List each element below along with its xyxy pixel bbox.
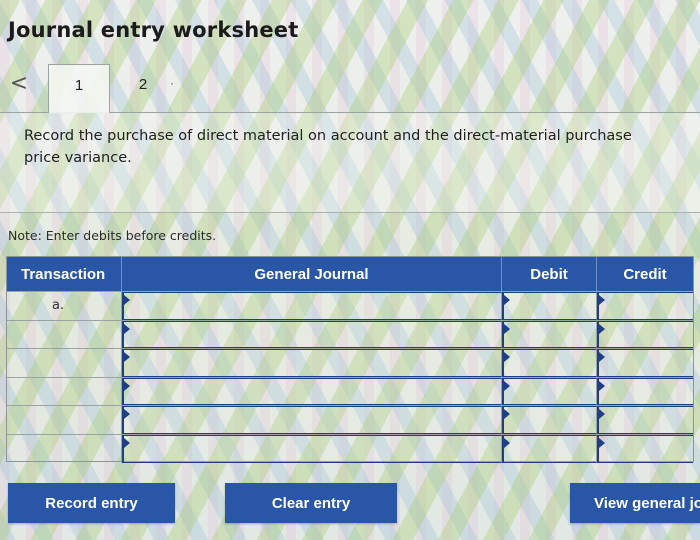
debit-input[interactable] [502,377,597,406]
dropdown-marker-icon [124,295,130,305]
transaction-cell [7,320,122,349]
dropdown-marker-icon [124,352,130,363]
tab-2-label: 2 [138,76,148,93]
dropdown-marker-icon [124,323,130,334]
dropdown-marker-icon [504,295,510,305]
account-input[interactable] [122,349,502,377]
table-row [7,433,693,463]
dropdown-marker-icon [599,323,605,334]
account-input[interactable] [122,320,502,349]
dropdown-marker-icon [504,437,510,448]
page-title: Journal entry worksheet [8,18,299,42]
chevron-left-icon[interactable]: < [8,72,30,98]
credit-input[interactable] [597,320,693,349]
dropdown-marker-icon [599,437,605,448]
dropdown-marker-icon [599,352,605,363]
credit-input[interactable] [597,349,693,377]
dropdown-marker-icon [599,295,605,305]
dropdown-marker-icon [599,409,605,420]
clear-entry-button[interactable]: Clear entry [225,483,397,523]
credit-input[interactable] [597,292,693,320]
table-row [7,348,693,377]
tab-2[interactable]: 2 [112,64,174,113]
debit-input[interactable] [502,349,597,377]
journal-table: Transaction General Journal Debit Credit… [6,256,694,463]
dropdown-marker-icon [124,380,130,391]
credit-input[interactable] [597,434,693,463]
transaction-cell: a. [7,292,122,320]
account-input[interactable] [122,406,502,434]
transaction-cell [7,377,122,406]
col-header-transaction: Transaction [7,257,122,291]
debit-input[interactable] [502,406,597,434]
view-general-journal-button[interactable]: View general jo [570,483,700,523]
dropdown-marker-icon [124,437,130,448]
table-row [7,319,693,349]
more-tabs-indicator: · [170,76,174,90]
dropdown-marker-icon [124,409,130,420]
table-row: a. [7,291,693,320]
col-header-general-journal: General Journal [122,257,502,291]
debit-input[interactable] [502,292,597,320]
record-entry-button[interactable]: Record entry [8,483,175,523]
note-text: Note: Enter debits before credits. [8,228,217,243]
journal-header: Transaction General Journal Debit Credit [7,257,693,291]
tab-1-label: 1 [74,77,84,94]
credit-input[interactable] [597,377,693,406]
dropdown-marker-icon [504,352,510,363]
transaction-cell [7,406,122,434]
transaction-cell [7,434,122,463]
debit-input[interactable] [502,320,597,349]
debit-input[interactable] [502,434,597,463]
instruction-text: Record the purchase of direct material o… [24,128,632,166]
dropdown-marker-icon [504,409,510,420]
account-input[interactable] [122,377,502,406]
credit-input[interactable] [597,406,693,434]
transaction-cell [7,349,122,377]
table-row [7,376,693,406]
table-row [7,405,693,434]
account-input[interactable] [122,292,502,320]
dropdown-marker-icon [599,380,605,391]
col-header-credit: Credit [623,265,667,283]
account-input[interactable] [122,434,502,463]
dropdown-marker-icon [504,323,510,334]
col-header-debit: Debit [502,257,597,291]
dropdown-marker-icon [504,380,510,391]
tab-1[interactable]: 1 [48,64,110,113]
